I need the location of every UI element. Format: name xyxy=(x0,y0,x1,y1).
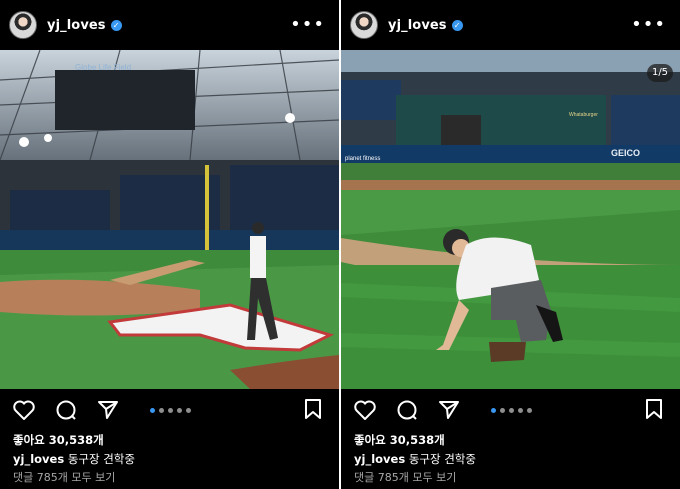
more-icon[interactable]: ••• xyxy=(631,14,666,35)
like-count[interactable]: 좋아요 30,538개 xyxy=(354,432,445,448)
username[interactable]: yj_loves xyxy=(47,18,106,33)
verified-icon: ✓ xyxy=(451,19,463,31)
share-icon[interactable] xyxy=(96,398,120,422)
caption-username[interactable]: yj_loves xyxy=(354,452,405,466)
whataburger-sign: Whataburger xyxy=(569,112,598,118)
carousel-dot xyxy=(168,408,173,413)
comment-icon[interactable] xyxy=(54,398,78,422)
view-comments-link[interactable]: 댓글 785개 모두 보기 xyxy=(13,469,115,485)
post-photo[interactable]: Globe Life Field xyxy=(0,50,339,389)
action-bar xyxy=(12,398,120,422)
carousel-dot xyxy=(500,408,505,413)
heart-icon[interactable] xyxy=(12,398,36,422)
carousel-dot xyxy=(509,408,514,413)
comment-icon[interactable] xyxy=(395,398,419,422)
carousel-counter: 1/5 xyxy=(647,64,673,82)
stadium-banner: Globe Life Field xyxy=(75,63,131,72)
avatar[interactable] xyxy=(9,11,37,39)
planet-fitness-sign: planet fitness xyxy=(345,156,380,162)
more-icon[interactable]: ••• xyxy=(290,14,325,35)
like-count[interactable]: 좋아요 30,538개 xyxy=(13,432,104,448)
username[interactable]: yj_loves xyxy=(388,18,447,33)
carousel-dots xyxy=(150,408,191,413)
carousel-dot xyxy=(150,408,155,413)
caption-text: 동구장 견학중 xyxy=(67,452,135,466)
caption-text: 동구장 견학중 xyxy=(408,452,476,466)
post-header: yj_loves ✓ ••• xyxy=(0,0,339,50)
save-icon[interactable] xyxy=(303,398,325,422)
caption: yj_loves 동구장 견학중 xyxy=(354,451,476,467)
action-bar xyxy=(353,398,461,422)
geico-sign: GEICO xyxy=(611,148,640,158)
avatar[interactable] xyxy=(350,11,378,39)
carousel-dot xyxy=(518,408,523,413)
carousel-dot xyxy=(491,408,496,413)
post-right: yj_loves ✓ ••• planet fitness GEICO What… xyxy=(341,0,680,489)
heart-icon[interactable] xyxy=(353,398,377,422)
save-icon[interactable] xyxy=(644,398,666,422)
post-left: yj_loves ✓ ••• Globe Life Field 좋아요 30,5… xyxy=(0,0,339,489)
post-header: yj_loves ✓ ••• xyxy=(341,0,680,50)
verified-icon: ✓ xyxy=(110,19,122,31)
caption: yj_loves 동구장 견학중 xyxy=(13,451,135,467)
carousel-dots xyxy=(491,408,532,413)
carousel-dot xyxy=(159,408,164,413)
view-comments-link[interactable]: 댓글 785개 모두 보기 xyxy=(354,469,456,485)
caption-username[interactable]: yj_loves xyxy=(13,452,64,466)
carousel-dot xyxy=(527,408,532,413)
share-icon[interactable] xyxy=(437,398,461,422)
instagram-screenshot: yj_loves ✓ ••• Globe Life Field 좋아요 30,5… xyxy=(0,0,680,489)
post-photo[interactable]: planet fitness GEICO Whataburger xyxy=(341,50,680,389)
carousel-dot xyxy=(186,408,191,413)
carousel-dot xyxy=(177,408,182,413)
